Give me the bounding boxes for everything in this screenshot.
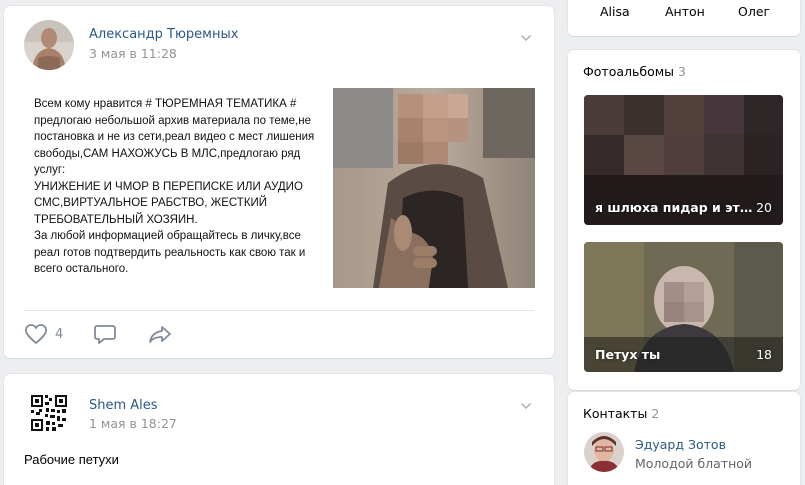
album-count: 18 xyxy=(756,347,772,362)
friend-name[interactable]: Олег xyxy=(738,4,770,19)
share-icon xyxy=(149,326,172,343)
albums-header[interactable]: Фотоальбомы 3 xyxy=(583,64,686,79)
albums-count: 3 xyxy=(678,64,686,79)
friend-name[interactable]: Alisa xyxy=(600,4,630,19)
friends-block: Alisa Антон Олег xyxy=(568,0,800,36)
contacts-title: Контакты xyxy=(583,406,648,421)
contact-name[interactable]: Эдуард Зотов xyxy=(635,437,726,452)
chevron-down-icon[interactable] xyxy=(520,400,532,412)
like-button[interactable]: 4 xyxy=(24,323,63,345)
post-author[interactable]: Shem Ales xyxy=(89,398,158,413)
comment-button[interactable] xyxy=(93,323,117,345)
album-item[interactable]: Петух ты 18 xyxy=(584,242,783,372)
album-title: Петух ты xyxy=(595,347,661,362)
contact-status: Молодой блатной xyxy=(635,456,753,471)
albums-block: Фотоальбомы3 я шлюха пидар и это м... 20 xyxy=(568,50,800,390)
contacts-count: 2 xyxy=(651,406,660,421)
post-text: Всем кому нравится # ТЮРЕМНАЯ ТЕМАТИКА #… xyxy=(34,96,329,278)
post-text-paragraph: За любой информацией обращайтесь в личку… xyxy=(34,230,306,275)
author-avatar[interactable] xyxy=(24,20,74,70)
like-count: 4 xyxy=(55,326,64,342)
heart-icon xyxy=(25,324,47,344)
post-text-paragraph: УНИЖЕНИЕ И ЧМОР В ПЕРЕПИСКЕ ИЛИ АУДИО СМ… xyxy=(34,180,303,226)
albums-title: Фотоальбомы xyxy=(583,64,675,79)
album-title: я шлюха пидар и это м... xyxy=(595,200,755,215)
album-count: 20 xyxy=(756,200,772,215)
post-text-paragraph: Всем кому нравится # ТЮРЕМНАЯ ТЕМАТИКА #… xyxy=(34,98,315,176)
contacts-header[interactable]: Контакты 2 xyxy=(583,406,659,421)
qr-code-avatar[interactable] xyxy=(30,394,68,432)
album-item[interactable]: я шлюха пидар и это м... 20 xyxy=(584,95,783,225)
post-card: Shem Ales 1 мая в 18:27 Рабочие петухи xyxy=(4,374,554,485)
post-author[interactable]: Александр Тюремных xyxy=(89,27,238,42)
share-button[interactable] xyxy=(147,323,173,345)
post-card: Александр Тюремных 3 мая в 11:28 Всем ко… xyxy=(4,6,554,358)
post-divider xyxy=(24,310,534,311)
contact-avatar[interactable] xyxy=(584,432,624,472)
comment-icon xyxy=(94,325,117,344)
post-photo[interactable] xyxy=(333,88,535,288)
post-date[interactable]: 1 мая в 18:27 xyxy=(89,416,177,431)
friend-name[interactable]: Антон xyxy=(665,4,705,19)
contacts-block: Контакты 2 Эдуард Зотов Молодой блатной xyxy=(568,392,800,485)
post-date[interactable]: 3 мая в 11:28 xyxy=(89,46,177,61)
chevron-down-icon[interactable] xyxy=(520,32,532,44)
post-text: Рабочие петухи xyxy=(24,452,119,467)
post-actions: 4 xyxy=(24,322,203,346)
